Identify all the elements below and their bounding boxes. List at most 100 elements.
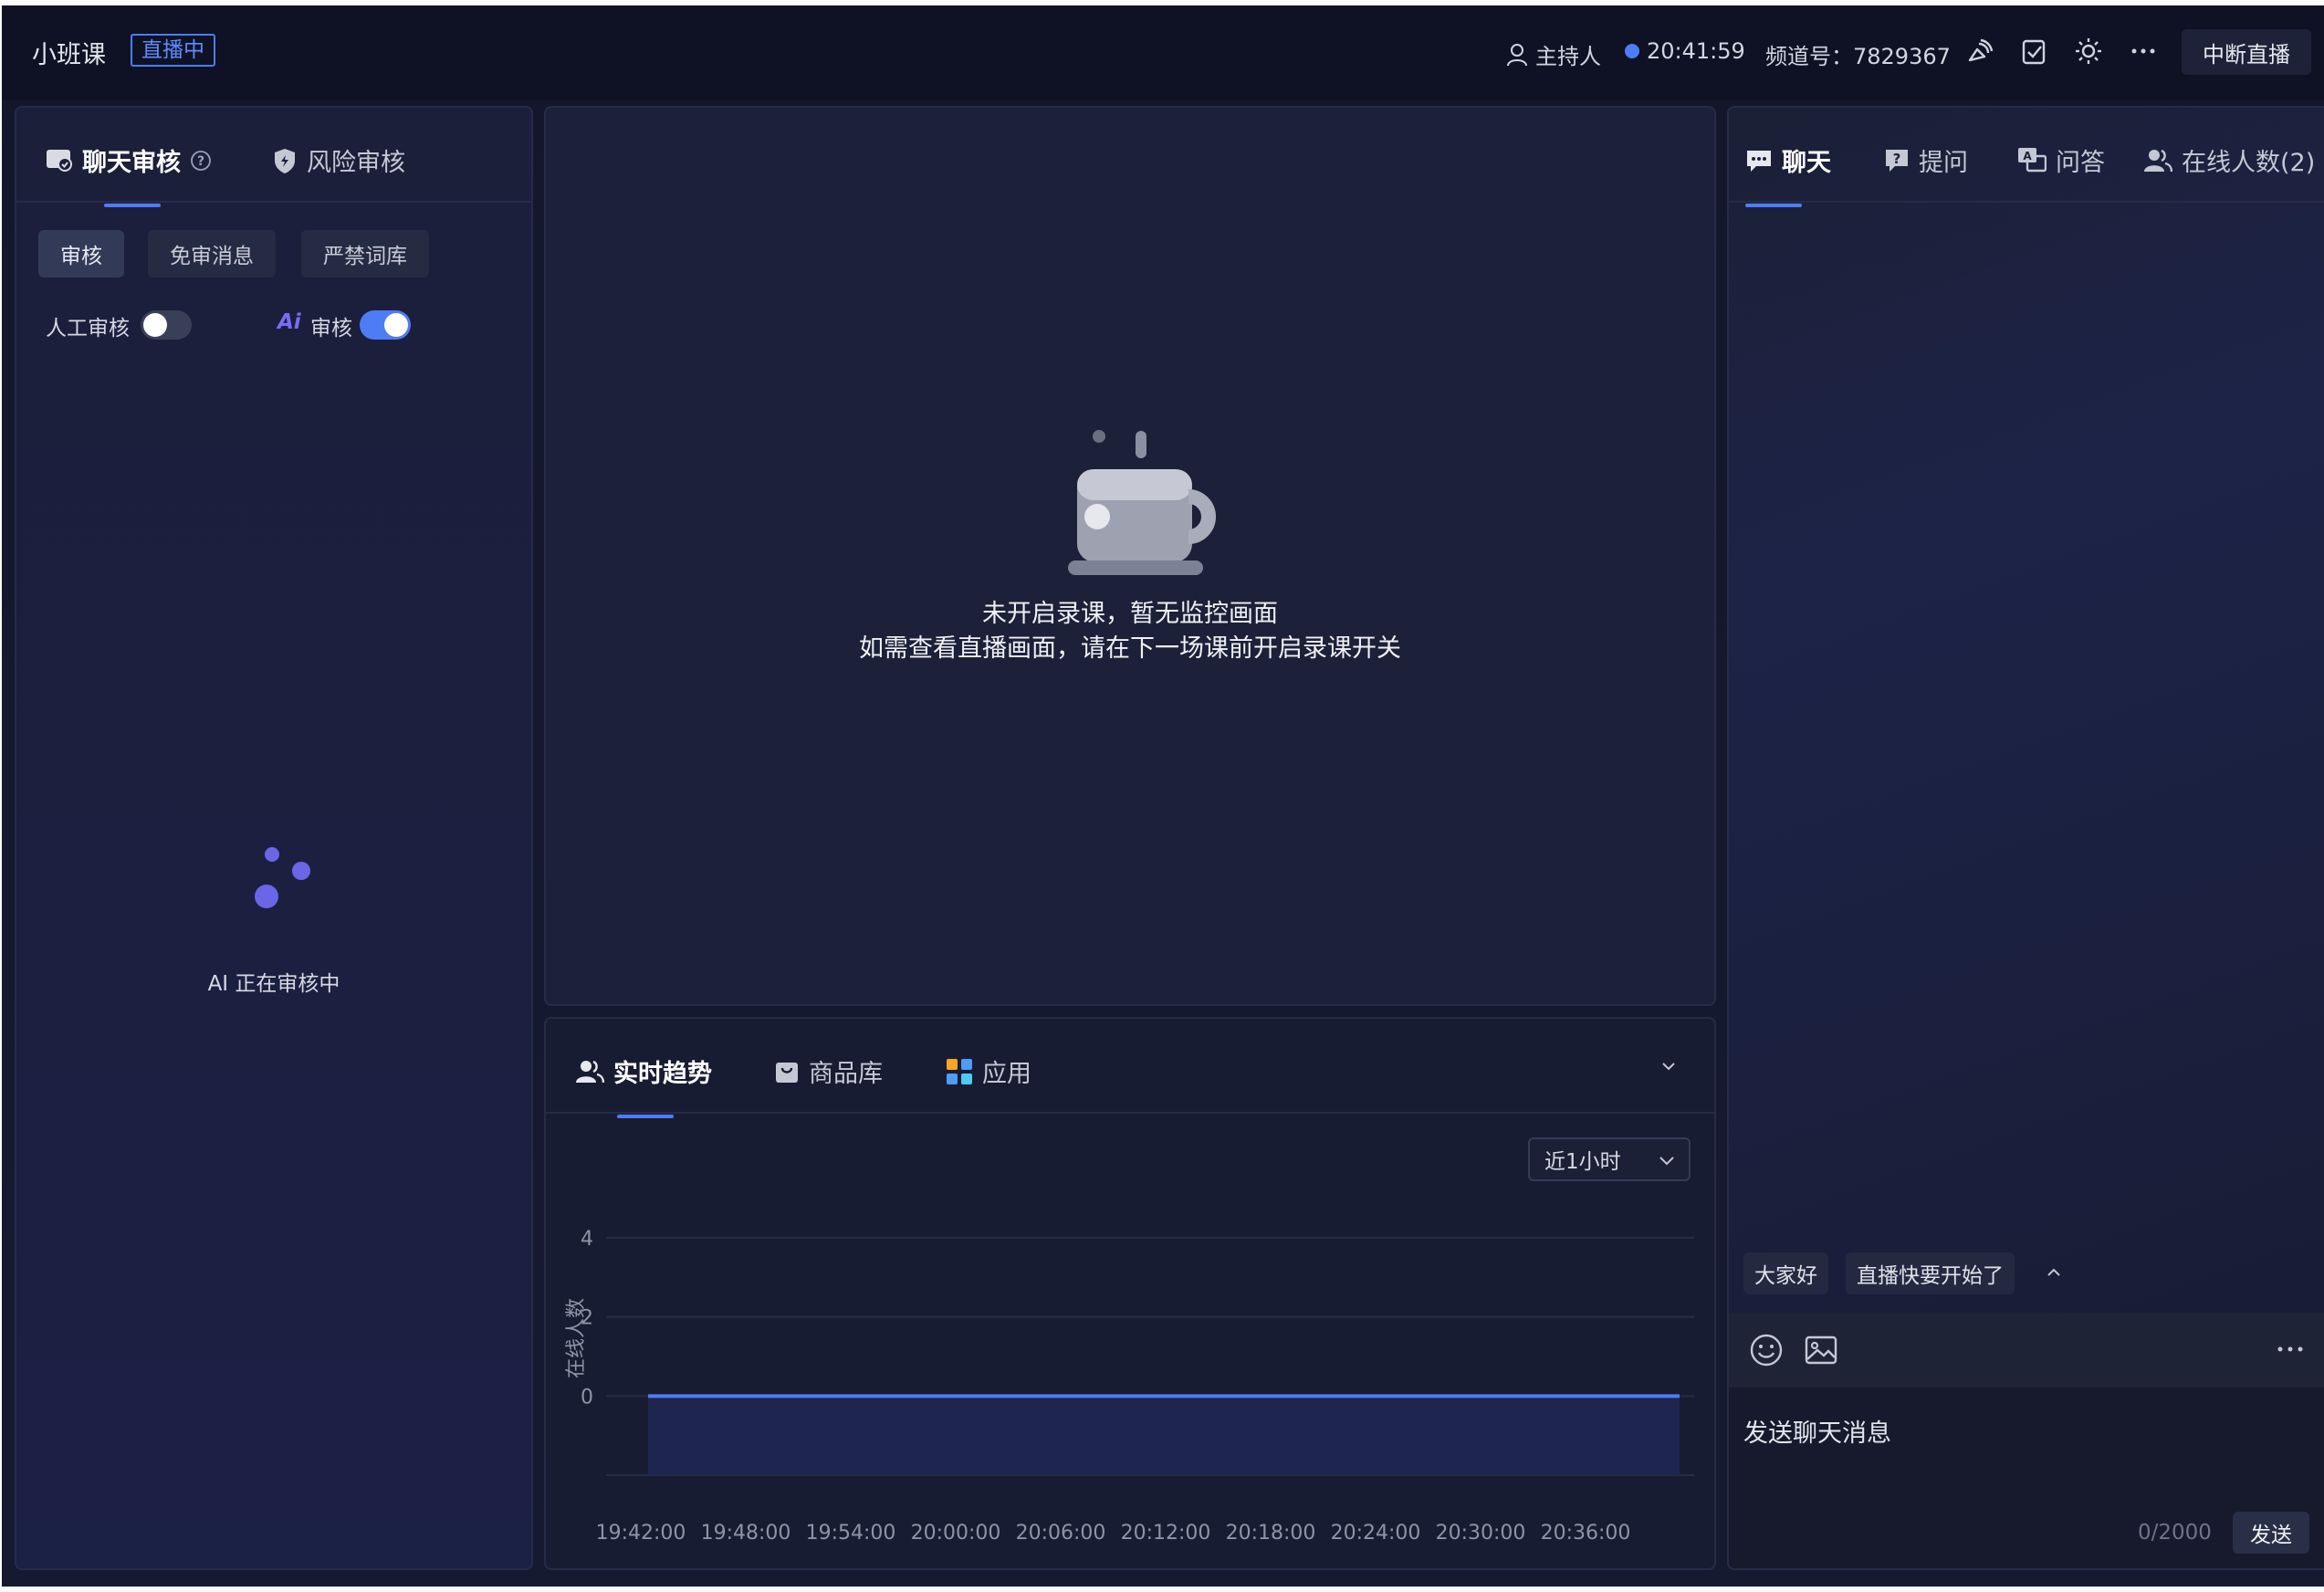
svg-text:?: ? (197, 154, 204, 169)
shopping-bag-icon (776, 1062, 798, 1083)
chip-banned-words[interactable]: 严禁词库 (301, 230, 429, 278)
trend-panel: 实时趋势 商品库 应用 近1小时 在线人数 420 19:42:00 19:48:… (544, 1017, 1716, 1570)
chat-tabs: 聊天 ? 提问 A 问答 在线人数(2) (1729, 108, 2324, 207)
send-button[interactable]: 发送 (2233, 1512, 2309, 1554)
active-tab-indicator (1745, 204, 1802, 207)
ai-badge-icon: Ai (277, 310, 301, 334)
chart-area-fill (648, 1396, 1680, 1475)
svg-text:A: A (2023, 150, 2032, 162)
image-upload-icon[interactable] (1804, 1333, 1838, 1367)
time-range-value: 近1小时 (1544, 1150, 1621, 1174)
tab-product-library[interactable]: 商品库 (774, 1053, 883, 1089)
chart-y-tick-label: 0 (581, 1386, 593, 1409)
chart-x-tick-label: 20:30:00 (1436, 1522, 1526, 1545)
composer-more-icon[interactable] (2277, 1340, 2304, 1358)
chart-x-tick-label: 20:00:00 (911, 1522, 1001, 1545)
time-range-select[interactable]: 近1小时 (1528, 1137, 1691, 1181)
active-tab-indicator (104, 204, 161, 207)
svg-text:?: ? (1893, 151, 1901, 167)
chat-bubble-icon (1747, 150, 1771, 172)
online-users-chart: 在线人数 420 19:42:00 19:48:00 19:54:00 20:00:0… (565, 1228, 1694, 1545)
live-status-badge: 直播中 (131, 34, 215, 67)
shield-icon (275, 148, 295, 173)
tab-product-library-label: 商品库 (809, 1060, 883, 1088)
chart-y-tick-label: 4 (581, 1228, 593, 1251)
host-role-label: 主持人 (1535, 44, 1601, 69)
loading-spinner-icon (255, 847, 310, 908)
trend-tabs: 实时趋势 商品库 应用 (546, 1019, 1714, 1118)
quick-reply-starting[interactable]: 直播快要开始了 (1846, 1252, 2015, 1294)
chip-exempt-messages[interactable]: 免审消息 (148, 230, 276, 278)
chart-x-tick-label: 19:54:00 (806, 1522, 896, 1545)
chat-panel: 聊天 ? 提问 A 问答 在线人数(2) 大家好 直播快要开始了 发送聊天消息 … (1727, 106, 2324, 1570)
tab-qa[interactable]: A 问答 (2017, 142, 2105, 178)
help-icon[interactable]: ? (190, 150, 212, 172)
app-title: 小班课 (32, 41, 106, 69)
chart-y-tick-label: 2 (581, 1307, 593, 1330)
user-icon (1507, 43, 1527, 66)
manual-review-label: 人工审核 (46, 317, 130, 340)
tab-chat[interactable]: 聊天 (1745, 142, 1831, 207)
review-panel: 聊天审核 ? 风险审核 审核 免审消息 严禁词库 人工审核 Ai 审核 AI 正… (15, 106, 533, 1570)
chart-x-tick-label: 20:12:00 (1121, 1522, 1211, 1545)
chat-review-icon (47, 149, 72, 172)
tab-chat-review[interactable]: 聊天审核 ? (46, 142, 212, 207)
review-tabs: 聊天审核 ? 风险审核 (16, 108, 531, 207)
more-icon[interactable] (2129, 37, 2158, 66)
tab-questions[interactable]: ? 提问 (1884, 142, 1968, 178)
host-role[interactable]: 主持人 (1506, 38, 1601, 70)
theme-sun-icon[interactable] (2074, 37, 2103, 66)
emoji-icon[interactable] (1749, 1333, 1784, 1367)
collapse-chevron-icon[interactable] (1659, 1059, 1678, 1074)
app-window: 小班课 直播中 主持人 20:41:59 频道号：7829367 中断直播 聊天… (2, 5, 2324, 1587)
chart-x-tick-label: 20:06:00 (1016, 1522, 1106, 1545)
tab-risk-review[interactable]: 风险审核 (272, 142, 405, 178)
monitor-empty-line2: 如需查看直播画面，请在下一场课前开启录课开关 (859, 634, 1401, 663)
tab-qa-label: 问答 (2056, 149, 2105, 177)
tab-apps[interactable]: 应用 (946, 1053, 1031, 1089)
live-dot-icon (1625, 44, 1639, 58)
live-timer-value: 20:41:59 (1647, 38, 1745, 64)
chart-x-tick-label: 20:18:00 (1226, 1522, 1316, 1545)
chip-review[interactable]: 审核 (38, 230, 124, 278)
chart-x-tick-label: 19:48:00 (701, 1522, 791, 1545)
users-icon (576, 1060, 604, 1083)
apps-grid-icon (947, 1058, 972, 1084)
active-tab-indicator (617, 1115, 674, 1118)
chevron-down-icon (1659, 1157, 1674, 1166)
channel-number: 频道号：7829367 (1765, 44, 1951, 69)
chart-x-tick-label: 20:24:00 (1331, 1522, 1421, 1545)
ai-review-label: 审核 (310, 317, 352, 340)
tab-chat-label: 聊天 (1782, 149, 1831, 177)
ai-review-toggle[interactable] (360, 310, 411, 340)
tab-apps-label: 应用 (982, 1060, 1031, 1088)
live-timer: 20:41:59 (1625, 38, 1745, 64)
tab-online-count[interactable]: 在线人数(2) (2143, 142, 2315, 178)
question-icon: ? (1886, 149, 1908, 172)
top-bar: 小班课 直播中 主持人 20:41:59 频道号：7829367 中断直播 (2, 5, 2324, 100)
chart-x-tick-label: 20:36:00 (1541, 1522, 1631, 1545)
tab-questions-label: 提问 (1919, 149, 1968, 177)
quick-reply-hello[interactable]: 大家好 (1743, 1252, 1828, 1294)
stop-live-button[interactable]: 中断直播 (2182, 29, 2311, 75)
tab-online-count-label: 在线人数(2) (2182, 149, 2316, 177)
checklist-icon[interactable] (2019, 37, 2048, 66)
chat-composer: 发送聊天消息 0/2000 发送 (1729, 1313, 2324, 1568)
chevron-up-icon[interactable] (2045, 1265, 2063, 1280)
coffee-cup-icon (1068, 430, 1216, 575)
qa-icon: A (2018, 147, 2047, 172)
monitor-empty-line1: 未开启录课，暂无监控画面 (982, 600, 1278, 628)
chat-message-input[interactable]: 发送聊天消息 (1743, 1413, 1891, 1449)
composer-toolbar (1729, 1313, 2324, 1388)
broadcast-icon[interactable] (1964, 37, 1994, 66)
ai-review-status: AI 正在审核中 (207, 972, 340, 996)
tab-risk-review-label: 风险审核 (307, 149, 405, 177)
users-icon (2144, 149, 2172, 172)
tab-realtime-trend[interactable]: 实时趋势 (575, 1053, 712, 1118)
tab-realtime-trend-label: 实时趋势 (613, 1060, 712, 1088)
tab-chat-review-label: 聊天审核 (82, 149, 181, 177)
chart-x-tick-label: 19:42:00 (596, 1522, 686, 1545)
monitor-panel: 未开启录课，暂无监控画面 如需查看直播画面，请在下一场课前开启录课开关 (544, 106, 1716, 1006)
char-counter: 0/2000 (2138, 1521, 2212, 1545)
manual-review-toggle[interactable] (141, 310, 192, 340)
